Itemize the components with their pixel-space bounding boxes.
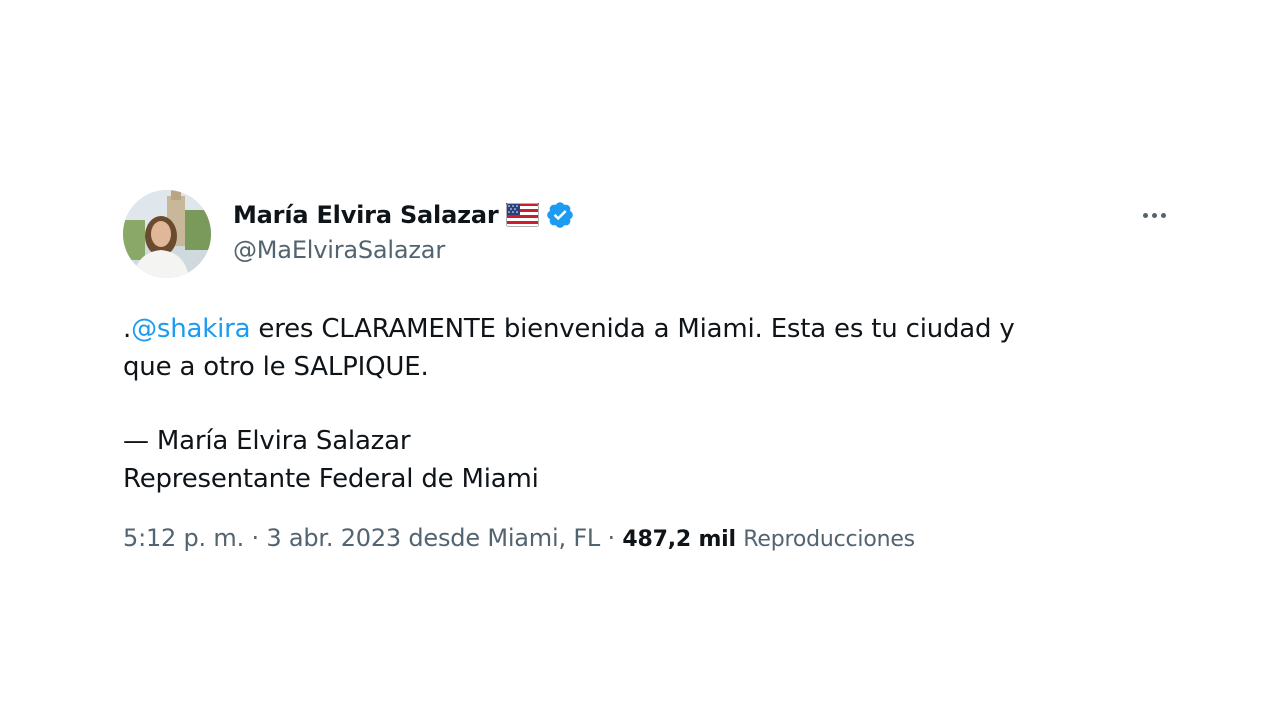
- more-options-icon: [1142, 212, 1148, 218]
- meta-separator: ·: [600, 524, 623, 552]
- signature-line-2: Representante Federal de Miami: [123, 464, 539, 494]
- tweet-text: .@shakira eres CLARAMENTE bienvenida a M…: [123, 310, 1183, 498]
- author-handle[interactable]: @MaElviraSalazar: [233, 236, 445, 264]
- tweet-card: María Elvira Salazar @MaElviraSalazar .@…: [0, 0, 1280, 720]
- meta-separator: ·: [244, 524, 267, 552]
- us-flag-icon: [506, 203, 540, 227]
- display-name[interactable]: María Elvira Salazar: [233, 201, 499, 229]
- views-label: Reproducciones: [743, 527, 915, 552]
- tweet-metadata: 5:12 p. m. · 3 abr. 2023 desde Miami, FL…: [123, 524, 915, 552]
- tweet-prefix: .: [123, 314, 132, 344]
- tweet-line-1-text: eres CLARAMENTE bienvenida a Miami. Esta…: [250, 314, 1015, 344]
- mention-link[interactable]: @shakira: [131, 314, 250, 344]
- signature-line-1: — María Elvira Salazar: [123, 426, 411, 456]
- tweet-time[interactable]: 5:12 p. m.: [123, 524, 244, 552]
- more-options-button[interactable]: [1132, 198, 1176, 232]
- verified-badge-icon[interactable]: [545, 200, 575, 230]
- tweet-line-1: .@shakira eres CLARAMENTE bienvenida a M…: [123, 310, 1183, 348]
- tweet-line-2: que a otro le SALPIQUE.: [123, 352, 429, 382]
- author-row: María Elvira Salazar: [233, 198, 575, 232]
- avatar[interactable]: [123, 190, 211, 278]
- tweet-date-location[interactable]: 3 abr. 2023 desde Miami, FL: [266, 524, 600, 552]
- views-count: 487,2 mil: [622, 527, 736, 552]
- avatar-image: [123, 190, 211, 278]
